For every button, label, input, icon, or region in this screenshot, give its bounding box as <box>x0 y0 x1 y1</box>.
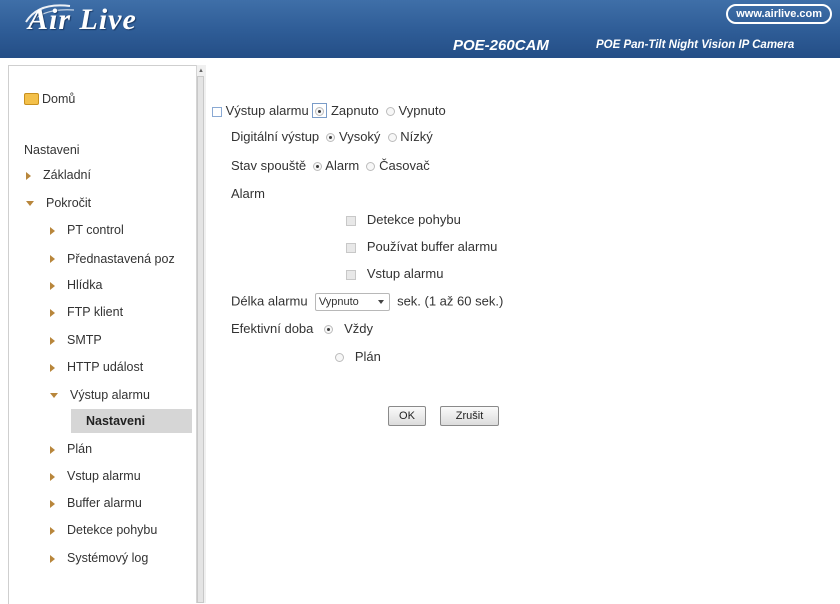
sidebar-item-label: Buffer alarmu <box>67 496 142 510</box>
effective-schedule-radio[interactable] <box>335 353 344 363</box>
sidebar-item-label: Systémový log <box>67 551 149 565</box>
arrow-right-icon <box>50 472 55 481</box>
trigger-alarm-radio[interactable] <box>313 162 323 172</box>
arrow-right-icon <box>26 171 31 180</box>
digital-output-label: Digitální výstup <box>231 129 320 144</box>
sidebar-item-label: FTP klient <box>67 305 124 319</box>
alarm-input-label: Vstup alarmu <box>366 266 444 281</box>
sidebar-section-title: Nastaveni <box>24 143 80 157</box>
arrow-right-icon <box>50 363 55 372</box>
sidebar-item-pt-control[interactable]: PT control <box>50 223 124 237</box>
sidebar-scroll-thumb[interactable] <box>197 76 204 603</box>
sidebar-item-label: Výstup alarmu <box>70 388 150 402</box>
alarm-buffer-label: Používat buffer alarmu <box>366 239 498 254</box>
sidebar-item-label: Detekce pohybu <box>67 523 158 537</box>
effective-always-label: Vždy <box>344 321 373 336</box>
alarm-length-hint: sek. (1 až 60 sek.) <box>397 293 504 309</box>
alarm-heading: Alarm <box>231 186 265 201</box>
alarm-output-on-label: Zapnuto <box>330 103 379 118</box>
alarm-length-select[interactable]: Vypnuto <box>314 293 390 311</box>
effective-time-row: Efektivní doba Vždy <box>231 321 373 336</box>
sidebar-item-alarm-input[interactable]: Vstup alarmu <box>50 469 141 483</box>
sidebar-item-label: Vstup alarmu <box>67 469 141 483</box>
sidebar-item-alarm-buffer[interactable]: Buffer alarmu <box>50 496 142 510</box>
sidebar-item-basic[interactable]: Základní <box>26 168 91 182</box>
arrow-right-icon <box>50 308 55 317</box>
effective-schedule-label: Plán <box>354 349 381 364</box>
sidebar-item-label: Domů <box>42 92 76 106</box>
sidebar-item-label: SMTP <box>67 333 102 347</box>
sidebar-item-smtp[interactable]: SMTP <box>50 333 102 347</box>
trigger-alarm-label: Alarm <box>325 158 360 173</box>
scroll-up-icon[interactable]: ▲ <box>197 66 205 76</box>
arrow-right-icon <box>50 226 55 235</box>
sidebar-item-label: Hlídka <box>67 278 103 292</box>
sidebar-item-home[interactable]: Domů <box>24 92 75 106</box>
motion-detection-row: Detekce pohybu <box>346 212 461 227</box>
trigger-row: Stav spouště Alarm Časovač <box>231 158 430 173</box>
digital-output-low-radio[interactable] <box>387 133 397 143</box>
model-name: POE-260CAM <box>453 37 549 54</box>
website-link[interactable]: www.airlive.com <box>726 4 832 24</box>
arrow-right-icon <box>50 526 55 535</box>
sidebar-item-motion-detection[interactable]: Detekce pohybu <box>50 523 157 537</box>
ok-button[interactable]: OK <box>388 406 426 426</box>
digital-output-low-label: Nízký <box>400 129 433 144</box>
alarm-output-on-radio[interactable] <box>312 103 328 119</box>
arrow-right-icon <box>50 281 55 290</box>
arrow-down-icon <box>50 393 58 399</box>
sidebar-item-label: HTTP událost <box>67 360 144 374</box>
alarm-output-label: Výstup alarmu <box>225 103 309 118</box>
sidebar-item-patrol[interactable]: Hlídka <box>50 278 102 292</box>
arrow-down-icon <box>26 201 34 207</box>
sidebar-item-ftp[interactable]: FTP klient <box>50 305 123 319</box>
sidebar-item-http-event[interactable]: HTTP událost <box>50 360 143 374</box>
digital-output-high-label: Vysoký <box>339 129 381 144</box>
alarm-output-row: Výstup alarmu Zapnuto Vypnuto <box>212 103 446 119</box>
arrow-right-icon <box>50 554 55 563</box>
alarm-output-off-radio[interactable] <box>385 107 395 117</box>
motion-detection-checkbox[interactable] <box>346 215 356 226</box>
model-description: POE Pan-Tilt Night Vision IP Camera <box>596 39 795 51</box>
digital-output-high-radio[interactable] <box>326 133 336 143</box>
arrow-right-icon <box>50 499 55 508</box>
alarm-output-checkbox[interactable] <box>212 106 222 117</box>
sidebar-item-advanced[interactable]: Pokročit <box>26 196 91 210</box>
radio-selected-icon <box>315 107 325 117</box>
alarm-input-row: Vstup alarmu <box>346 266 443 281</box>
chevron-down-icon <box>377 300 384 304</box>
sidebar-item-label: Pokročit <box>46 196 92 210</box>
trigger-timer-label: Časovač <box>379 158 430 173</box>
app-header: Air Live www.airlive.com POE-260CAM POE … <box>0 0 840 58</box>
sidebar-item-label: Plán <box>67 442 93 456</box>
digital-output-row: Digitální výstup Vysoký Nízký <box>231 129 433 144</box>
sidebar-item-label: Přednastavená poz <box>67 251 175 266</box>
sidebar-item-preset[interactable]: Přednastavená poz <box>50 251 175 266</box>
sidebar-item-label: Základní <box>43 168 91 182</box>
home-icon <box>24 92 39 105</box>
cancel-button[interactable]: Zrušit <box>440 406 499 426</box>
effective-time-label: Efektivní doba <box>231 321 314 336</box>
effective-schedule-row: Plán <box>335 349 381 364</box>
alarm-length-row: Délka alarmu Vypnuto sek. (1 až 60 sek.) <box>231 293 503 311</box>
alarm-length-value: Vypnuto <box>318 296 359 308</box>
alarm-buffer-checkbox[interactable] <box>346 242 356 253</box>
arrow-right-icon <box>50 254 55 263</box>
alarm-input-checkbox[interactable] <box>346 269 356 280</box>
alarm-output-off-label: Vypnuto <box>398 103 446 118</box>
trigger-label: Stav spouště <box>231 158 307 173</box>
sidebar-item-alarm-output[interactable]: Výstup alarmu <box>50 388 150 402</box>
trigger-timer-radio[interactable] <box>366 162 376 172</box>
sidebar-item-settings-selected[interactable]: Nastaveni <box>71 409 192 433</box>
alarm-buffer-row: Používat buffer alarmu <box>346 239 497 254</box>
arrow-right-icon <box>50 445 55 454</box>
brand-logo: Air Live <box>28 3 137 36</box>
sidebar-item-label: PT control <box>67 223 124 237</box>
arrow-right-icon <box>50 336 55 345</box>
sidebar-item-system-log[interactable]: Systémový log <box>50 551 148 565</box>
sidebar-item-schedule[interactable]: Plán <box>50 442 92 456</box>
motion-detection-label: Detekce pohybu <box>366 212 461 227</box>
effective-always-radio[interactable] <box>324 325 334 335</box>
alarm-length-label: Délka alarmu <box>231 293 308 309</box>
